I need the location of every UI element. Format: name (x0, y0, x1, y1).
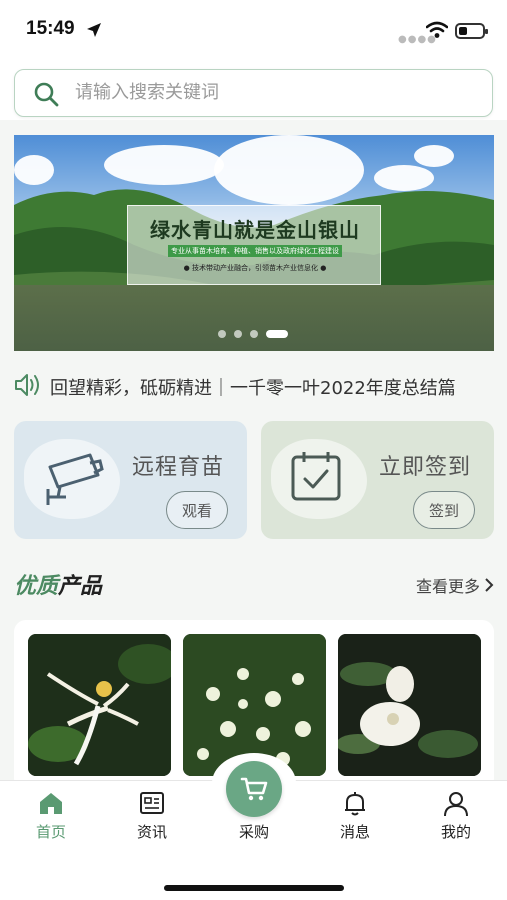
bell-icon (342, 791, 368, 821)
banner-title: 绿水青山就是金山银山 (150, 218, 360, 242)
carousel-dot[interactable] (234, 330, 242, 338)
tab-home[interactable]: 首页 (11, 791, 91, 843)
tab-news-label: 资讯 (136, 823, 167, 841)
banner-cloud (414, 145, 454, 167)
banner-subtitle-2: ● 技术带动产业融合，引领苗木产业信息化 ● (183, 264, 327, 272)
banner-water (14, 285, 494, 351)
search-icon (33, 81, 59, 111)
news-icon (139, 791, 165, 819)
speaker-icon (14, 372, 42, 402)
tab-home-label: 首页 (35, 823, 66, 841)
search-box[interactable] (14, 69, 493, 117)
carousel-dot[interactable] (250, 330, 258, 338)
tab-profile[interactable]: 我的 (416, 791, 496, 843)
remote-seedling-card[interactable]: 远程育苗 观看 (14, 421, 247, 539)
checkin-title: 立即签到 (379, 455, 472, 480)
user-icon (443, 791, 469, 821)
watch-button[interactable]: 观看 (166, 491, 228, 529)
bottom-tab-bar: 首页 资讯 采购 消息 我的 (0, 753, 507, 900)
home-icon (38, 791, 64, 819)
product-image[interactable] (28, 634, 171, 776)
tab-messages[interactable]: 消息 (315, 791, 395, 843)
view-more-label[interactable]: 查看更多 (416, 577, 480, 596)
home-indicator (164, 885, 344, 891)
tab-news[interactable]: 资讯 (112, 791, 192, 843)
chevron-right-icon (484, 577, 494, 596)
status-time: 15:49 (26, 18, 75, 39)
tab-purchase-button[interactable] (226, 761, 282, 817)
banner-subtitle: 专业从事苗木培育、种植、销售以及政府绿化工程建设 (168, 245, 342, 257)
section-title: 优质产品 (14, 568, 102, 600)
checkin-button[interactable]: 签到 (413, 491, 475, 529)
battery-fill (459, 27, 467, 35)
section-title-rest: 产品 (58, 574, 103, 599)
status-bar: 15:49 ●●●● (0, 0, 507, 62)
wifi-icon (425, 21, 449, 43)
products-section-header: 优质产品 查看更多 (14, 566, 494, 602)
view-more-link[interactable]: 查看更多 (416, 573, 494, 597)
tab-messages-label: 消息 (339, 823, 370, 841)
banner-text-box: 绿水青山就是金山银山 专业从事苗木培育、种植、销售以及政府绿化工程建设 ● 技术… (127, 205, 381, 285)
camera-icon (42, 449, 106, 511)
tab-purchase-label[interactable]: 采购 (214, 821, 294, 842)
carousel-dot[interactable] (218, 330, 226, 338)
search-input[interactable] (75, 70, 475, 114)
battery-icon (455, 23, 488, 39)
remote-seedling-title: 远程育苗 (132, 455, 225, 480)
announcement-bar[interactable]: 回望精彩，砥砺精进｜一千零一叶2022年度总结篇 (14, 368, 494, 404)
cart-icon (240, 775, 268, 807)
checkin-card[interactable]: 立即签到 签到 (261, 421, 494, 539)
tab-profile-label: 我的 (440, 823, 471, 841)
product-image[interactable] (338, 634, 481, 776)
carousel-dot-active[interactable] (266, 330, 288, 338)
banner-carousel[interactable]: 绿水青山就是金山银山 专业从事苗木培育、种植、销售以及政府绿化工程建设 ● 技术… (14, 135, 494, 351)
location-arrow-icon (86, 22, 102, 42)
section-title-accent: 优质 (14, 574, 59, 599)
calendar-check-icon (289, 449, 345, 509)
header (0, 62, 507, 120)
announcement-text[interactable]: 回望精彩，砥砺精进｜一千零一叶2022年度总结篇 (50, 374, 456, 400)
